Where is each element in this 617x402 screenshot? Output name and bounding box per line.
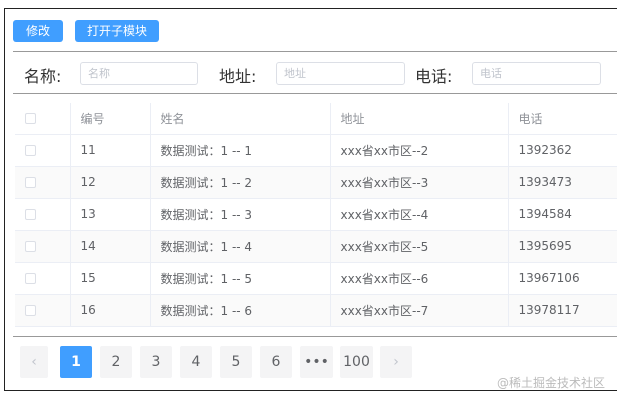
cell-address: xxx省xx市区--4: [330, 198, 509, 231]
cell-name: 数据测试：1 -- 4: [150, 230, 331, 263]
cell-phone: 13967106: [508, 262, 617, 295]
page-button[interactable]: 3: [140, 346, 172, 378]
cell-phone: 1393473: [508, 166, 617, 199]
table-row[interactable]: 12 数据测试：1 -- 2 xxx省xx市区--3 1393473: [15, 166, 617, 199]
page-button[interactable]: 100: [340, 346, 373, 378]
cell-phone: 1394584: [508, 198, 617, 231]
cell-name: 数据测试：1 -- 5: [150, 262, 331, 295]
address-label: 地址:: [219, 67, 257, 86]
cell-id: 14: [70, 230, 151, 263]
page-button[interactable]: 5: [220, 346, 252, 378]
name-input[interactable]: [80, 62, 198, 85]
divider: [13, 93, 617, 94]
watermark: @稀土掘金技术社区: [496, 376, 605, 390]
cell-id: 11: [70, 134, 151, 167]
more-pages-button[interactable]: •••: [300, 346, 333, 378]
header-address[interactable]: 地址: [330, 103, 509, 135]
data-table: 编号 姓名 地址 电话 11 数据测试：1 -- 1 xxx省xx市区--2 1…: [15, 103, 617, 327]
page-button[interactable]: 6: [260, 346, 292, 378]
cell-address: xxx省xx市区--6: [330, 262, 509, 295]
cell-name: 数据测试：1 -- 2: [150, 166, 331, 199]
row-checkbox[interactable]: [25, 273, 36, 284]
table-row[interactable]: 14 数据测试：1 -- 4 xxx省xx市区--5 1395695: [15, 230, 617, 263]
header-id[interactable]: 编号: [70, 103, 151, 135]
header-name[interactable]: 姓名: [150, 103, 331, 135]
cell-id: 15: [70, 262, 151, 295]
cell-name: 数据测试：1 -- 6: [150, 294, 331, 327]
row-checkbox[interactable]: [25, 177, 36, 188]
row-checkbox[interactable]: [25, 209, 36, 220]
cell-address: xxx省xx市区--5: [330, 230, 509, 263]
table-header-row: 编号 姓名 地址 电话: [15, 103, 617, 135]
select-all-checkbox[interactable]: [25, 113, 36, 125]
cell-address: xxx省xx市区--3: [330, 166, 509, 199]
cell-id: 13: [70, 198, 151, 231]
cell-name: 数据测试：1 -- 3: [150, 198, 331, 231]
prev-page-button[interactable]: ‹: [20, 346, 48, 378]
table-row[interactable]: 16 数据测试：1 -- 6 xxx省xx市区--7 13978117: [15, 294, 617, 327]
edit-button[interactable]: 修改: [13, 20, 63, 42]
cell-phone: 1392362: [508, 134, 617, 167]
header-phone[interactable]: 电话: [508, 103, 617, 135]
cell-id: 12: [70, 166, 151, 199]
next-page-button[interactable]: ›: [380, 346, 412, 378]
row-checkbox[interactable]: [25, 241, 36, 252]
cell-address: xxx省xx市区--2: [330, 134, 509, 167]
divider: [13, 336, 617, 337]
page-button[interactable]: 2: [100, 346, 132, 378]
table-row[interactable]: 13 数据测试：1 -- 3 xxx省xx市区--4 1394584: [15, 198, 617, 231]
cell-phone: 1395695: [508, 230, 617, 263]
phone-input[interactable]: [472, 62, 601, 85]
cell-name: 数据测试：1 -- 1: [150, 134, 331, 167]
cell-phone: 13978117: [508, 294, 617, 327]
divider: [13, 51, 617, 52]
phone-label: 电话:: [415, 67, 453, 86]
address-input[interactable]: [276, 62, 405, 85]
row-checkbox[interactable]: [25, 305, 36, 316]
row-checkbox[interactable]: [25, 145, 36, 156]
open-submodule-button[interactable]: 打开子模块: [75, 20, 159, 42]
page-button[interactable]: 1: [60, 346, 92, 378]
name-label: 名称:: [24, 67, 62, 86]
page-button[interactable]: 4: [180, 346, 212, 378]
cell-id: 16: [70, 294, 151, 327]
table-row[interactable]: 11 数据测试：1 -- 1 xxx省xx市区--2 1392362: [15, 134, 617, 167]
cell-address: xxx省xx市区--7: [330, 294, 509, 327]
table-row[interactable]: 15 数据测试：1 -- 5 xxx省xx市区--6 13967106: [15, 262, 617, 295]
